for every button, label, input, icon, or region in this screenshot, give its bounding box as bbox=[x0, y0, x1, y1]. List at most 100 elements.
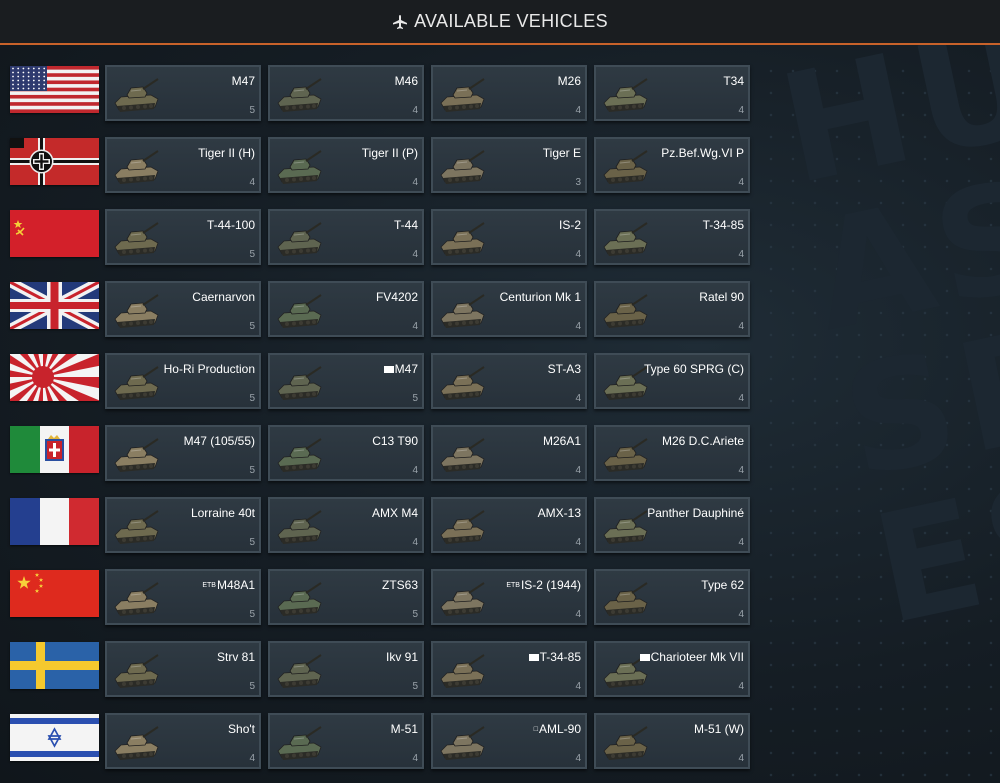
vehicle-name: Charioteer Mk VII bbox=[639, 650, 744, 664]
vehicle-card[interactable]: T34 4 bbox=[594, 65, 750, 121]
tank-icon bbox=[437, 433, 487, 475]
vehicle-card[interactable]: Tiger E 3 bbox=[431, 137, 587, 193]
vehicle-name: T-44 bbox=[394, 218, 418, 232]
flag-japan-icon[interactable] bbox=[10, 354, 99, 401]
vehicle-rank: 4 bbox=[412, 177, 418, 188]
vehicle-card[interactable]: T-34-85 4 bbox=[594, 209, 750, 265]
vehicle-card[interactable]: ETBM48A1 5 bbox=[105, 569, 261, 625]
tank-icon bbox=[600, 217, 650, 259]
vehicle-card[interactable]: Strv 81 5 bbox=[105, 641, 261, 697]
vehicle-card[interactable]: Panther Dauphiné 4 bbox=[594, 497, 750, 553]
vehicle-rank: 4 bbox=[738, 537, 744, 548]
page-header: AVAILABLE VEHICLES bbox=[0, 0, 1000, 45]
vehicle-card[interactable]: M47 (105/55) 5 bbox=[105, 425, 261, 481]
tank-icon bbox=[437, 505, 487, 547]
nation-row-germany: Tiger II (H) 4 Tiger II (P) 4 Tiger E 3 Pz.… bbox=[10, 137, 755, 197]
flag-ussr-icon[interactable] bbox=[10, 210, 99, 257]
vehicle-name-text: Ho-Ri Production bbox=[163, 362, 255, 376]
vehicle-card[interactable]: Pz.Bef.Wg.VI P 4 bbox=[594, 137, 750, 193]
vehicle-rank: 4 bbox=[412, 537, 418, 548]
tank-icon bbox=[274, 145, 324, 187]
vehicle-card[interactable]: □AML-90 4 bbox=[431, 713, 587, 769]
flag-france-icon[interactable] bbox=[10, 498, 99, 545]
vehicle-card[interactable]: Caernarvon 5 bbox=[105, 281, 261, 337]
vehicle-name: Ho-Ri Production bbox=[164, 362, 255, 376]
tank-icon bbox=[111, 145, 161, 187]
vehicle-card[interactable]: M47 5 bbox=[268, 353, 424, 409]
vehicle-card[interactable]: M26A1 4 bbox=[431, 425, 587, 481]
vehicle-prefix: ETB bbox=[202, 582, 216, 590]
vehicle-name-text: IS-2 (1944) bbox=[520, 578, 581, 592]
flag-china-icon[interactable] bbox=[10, 570, 99, 617]
vehicle-name-text: Tiger II (H) bbox=[198, 146, 255, 160]
vehicle-card[interactable]: Tiger II (P) 4 bbox=[268, 137, 424, 193]
vehicle-rank: 4 bbox=[575, 753, 581, 764]
vehicle-name-text: AMX-13 bbox=[537, 506, 581, 520]
flag-israel-icon[interactable] bbox=[10, 714, 99, 761]
vehicle-card[interactable]: ST-A3 4 bbox=[431, 353, 587, 409]
vehicle-card[interactable]: Charioteer Mk VII 4 bbox=[594, 641, 750, 697]
vehicle-card[interactable]: IS-2 4 bbox=[431, 209, 587, 265]
vehicle-card[interactable]: C13 T90 4 bbox=[268, 425, 424, 481]
flag-uk-icon[interactable] bbox=[10, 282, 99, 329]
tank-icon bbox=[600, 73, 650, 115]
vehicle-card[interactable]: Sho't 4 bbox=[105, 713, 261, 769]
flag-italy-icon[interactable] bbox=[10, 426, 99, 473]
vehicle-prefix: □ bbox=[533, 726, 538, 734]
vehicle-card[interactable]: T-44 4 bbox=[268, 209, 424, 265]
nation-row-ussr: T-44-100 5 T-44 4 IS-2 4 T-34-85 4 bbox=[10, 209, 755, 269]
vehicle-card[interactable]: Lorraine 40t 5 bbox=[105, 497, 261, 553]
flag-germany-icon[interactable] bbox=[10, 138, 99, 185]
vehicle-flag-marker-icon bbox=[528, 654, 539, 662]
tank-icon bbox=[437, 73, 487, 115]
vehicle-card[interactable]: M46 4 bbox=[268, 65, 424, 121]
vehicle-card[interactable]: M26 D.C.Ariete 4 bbox=[594, 425, 750, 481]
flag-usa-icon[interactable] bbox=[10, 66, 99, 113]
vehicle-card[interactable]: ETBIS-2 (1944) 4 bbox=[431, 569, 587, 625]
vehicle-card[interactable]: M-51 (W) 4 bbox=[594, 713, 750, 769]
vehicle-card[interactable]: Type 60 SPRG (C) 4 bbox=[594, 353, 750, 409]
flag-sweden-icon[interactable] bbox=[10, 642, 99, 689]
vehicle-rank: 4 bbox=[738, 177, 744, 188]
vehicle-name-text: T34 bbox=[723, 74, 744, 88]
vehicle-name-text: IS-2 bbox=[558, 218, 581, 232]
vehicle-card[interactable]: Ho-Ri Production 5 bbox=[105, 353, 261, 409]
vehicle-card[interactable]: M47 5 bbox=[105, 65, 261, 121]
vehicle-card[interactable]: M26 4 bbox=[431, 65, 587, 121]
vehicle-rank: 4 bbox=[575, 537, 581, 548]
vehicle-name-text: Ratel 90 bbox=[699, 290, 744, 304]
tank-icon bbox=[111, 289, 161, 331]
vehicle-name-text: M-51 (W) bbox=[694, 722, 744, 736]
vehicle-name: ETBM48A1 bbox=[202, 578, 255, 592]
vehicle-name: Pz.Bef.Wg.VI P bbox=[661, 146, 744, 160]
tank-icon bbox=[111, 505, 161, 547]
nation-row-italy: M47 (105/55) 5 C13 T90 4 M26A1 4 M26 D.C.Ar… bbox=[10, 425, 755, 485]
tank-icon bbox=[600, 433, 650, 475]
vehicle-name-text: C13 T90 bbox=[372, 434, 418, 448]
tank-icon bbox=[600, 289, 650, 331]
vehicle-card[interactable]: AMX M4 4 bbox=[268, 497, 424, 553]
vehicle-card[interactable]: M-51 4 bbox=[268, 713, 424, 769]
tank-icon bbox=[274, 505, 324, 547]
vehicle-card[interactable]: Ratel 90 4 bbox=[594, 281, 750, 337]
vehicle-name-text: T-34-85 bbox=[539, 650, 581, 664]
vehicle-rank: 4 bbox=[412, 465, 418, 476]
vehicle-rank: 4 bbox=[738, 105, 744, 116]
vehicle-name-text: Ikv 91 bbox=[385, 650, 418, 664]
vehicle-name-text: M26 bbox=[557, 74, 581, 88]
vehicle-card[interactable]: ZTS63 5 bbox=[268, 569, 424, 625]
vehicle-rank: 4 bbox=[575, 465, 581, 476]
vehicle-card[interactable]: Ikv 91 5 bbox=[268, 641, 424, 697]
vehicle-card[interactable]: Type 62 4 bbox=[594, 569, 750, 625]
tank-icon bbox=[274, 577, 324, 619]
vehicle-card[interactable]: Centurion Mk 1 4 bbox=[431, 281, 587, 337]
vehicle-card[interactable]: T-34-85 4 bbox=[431, 641, 587, 697]
tank-icon bbox=[437, 361, 487, 403]
tank-icon bbox=[111, 649, 161, 691]
vehicle-card[interactable]: FV4202 4 bbox=[268, 281, 424, 337]
vehicle-card[interactable]: T-44-100 5 bbox=[105, 209, 261, 265]
tank-icon bbox=[111, 361, 161, 403]
vehicle-card[interactable]: AMX-13 4 bbox=[431, 497, 587, 553]
vehicle-card[interactable]: Tiger II (H) 4 bbox=[105, 137, 261, 193]
vehicle-rank: 4 bbox=[738, 465, 744, 476]
